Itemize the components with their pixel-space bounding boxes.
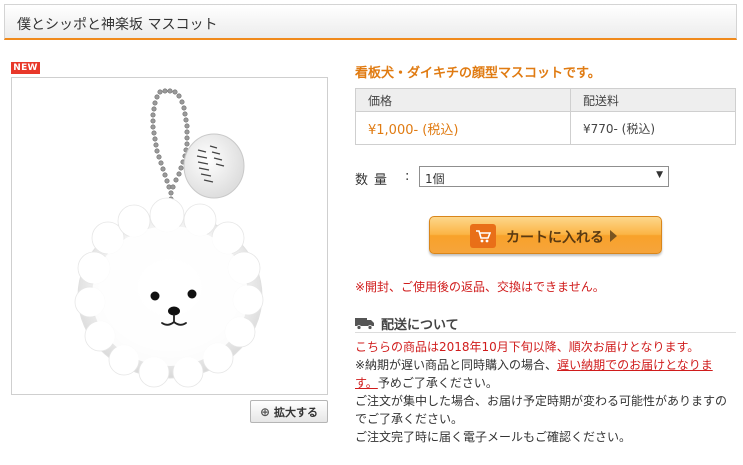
shipping-mixed-order-line-2: す。予めご了承ください。 xyxy=(355,374,737,392)
shipping-email-text: ご注文完了時に届く電子メールもご確認ください。 xyxy=(355,430,632,444)
product-catch-copy: 看板犬・ダイキチの顔型マスコットです。 xyxy=(355,66,601,81)
quantity-selected-value: 1個 xyxy=(425,172,445,186)
price-table-header-row: 価格 配送料 xyxy=(355,88,736,112)
new-badge: NEW xyxy=(11,62,40,74)
arrow-right-icon xyxy=(610,230,617,242)
shipping-change-text: ご注文が集中した場合、お届け予定時期が変わる可能性がありますの xyxy=(355,394,728,408)
shipping-heading: 配送について xyxy=(355,314,459,333)
truck-icon xyxy=(355,318,374,330)
price-value: ¥1,000- (税込) xyxy=(355,111,571,145)
page-header: 僕とシッポと神楽坂 マスコット xyxy=(4,4,737,40)
add-to-cart-label: カートに入れる xyxy=(506,230,604,246)
late-delivery-link-continued[interactable]: す。 xyxy=(355,376,378,390)
mascot-illustration xyxy=(74,88,264,388)
price-table-value-row: ¥1,000- (税込) ¥770- (税込) xyxy=(355,111,736,145)
price-header: 価格 xyxy=(355,88,571,112)
quantity-colon: : xyxy=(405,169,410,184)
shipping-mixed-order-line: ※納期が遅い商品と同時購入の場合、遅い納期でのお届けとなりま xyxy=(355,356,737,374)
quantity-label: 数量 xyxy=(355,173,394,188)
shipping-change-text-2: でご了承ください。 xyxy=(355,412,464,426)
shipping-schedule-text: こちらの商品は2018年10月下旬以降、順次お届けとなります。 xyxy=(355,340,700,354)
zoom-label: 拡大する xyxy=(274,405,319,419)
shipping-acknowledge-text: 予めご了承ください。 xyxy=(377,376,498,390)
shipping-fee-value: ¥770- (税込) xyxy=(570,111,736,145)
zoom-button[interactable]: ⊕ 拡大する xyxy=(250,400,328,423)
shipping-mixed-order-text: ※納期が遅い商品と同時購入の場合、 xyxy=(355,358,558,372)
page-title: 僕とシッポと神楽坂 マスコット xyxy=(17,17,218,33)
product-image[interactable] xyxy=(11,77,328,395)
late-delivery-link[interactable]: 遅い納期でのお届けとなりま xyxy=(557,358,713,372)
add-to-cart-button[interactable]: カートに入れる xyxy=(429,216,662,254)
divider xyxy=(355,332,736,333)
price-table: 価格 配送料 ¥1,000- (税込) ¥770- (税込) xyxy=(355,88,736,145)
cart-icon xyxy=(470,224,496,248)
quantity-select[interactable]: 1個 ▼ xyxy=(419,166,669,187)
chevron-down-icon: ▼ xyxy=(656,170,663,180)
shipping-info: こちらの商品は2018年10月下旬以降、順次お届けとなります。 ※納期が遅い商品… xyxy=(355,338,737,446)
shipping-fee-header: 配送料 xyxy=(570,88,736,112)
magnifier-plus-icon: ⊕ xyxy=(259,404,271,419)
return-notice: ※開封、ご使用後の返品、交換はできません。 xyxy=(355,280,605,294)
shipping-heading-label: 配送について xyxy=(381,318,459,333)
